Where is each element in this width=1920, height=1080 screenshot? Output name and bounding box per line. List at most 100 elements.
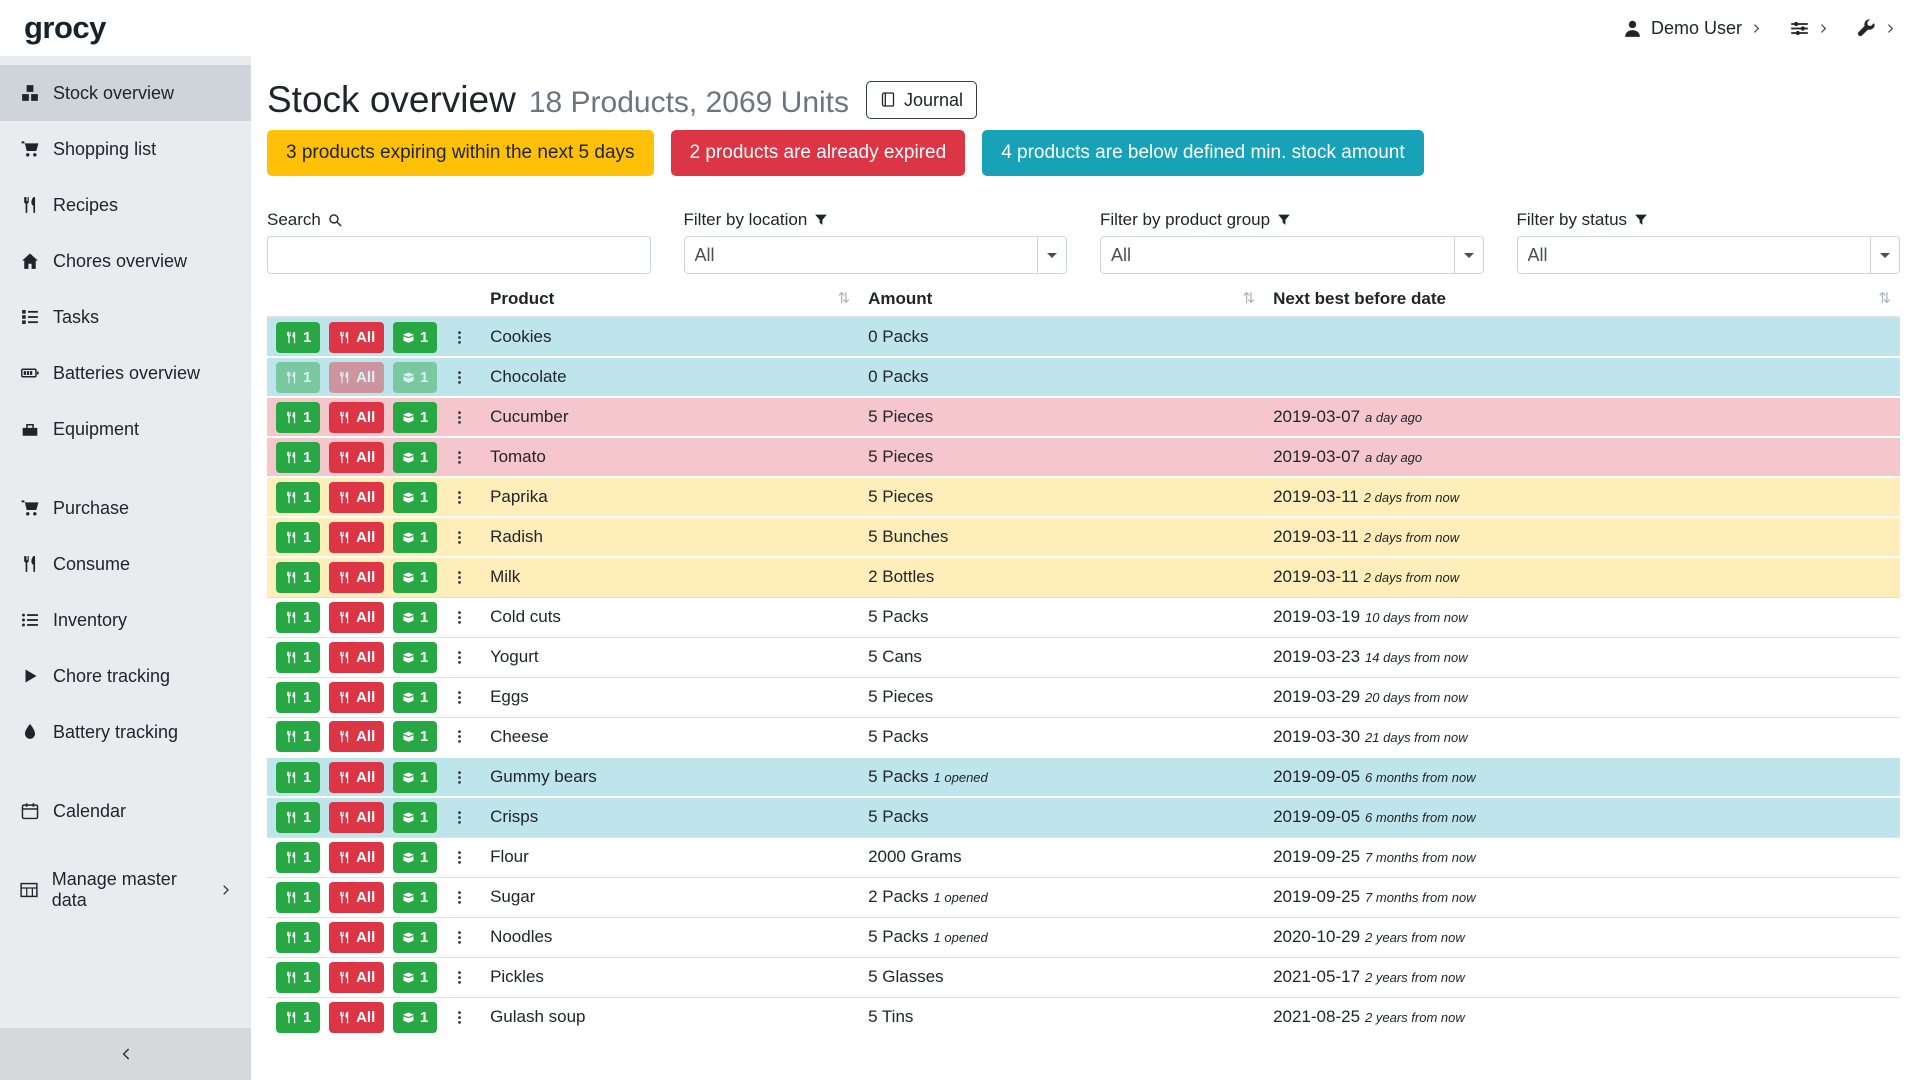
sidebar-item-batteries-overview[interactable]: Batteries overview [0,345,251,401]
open-one-button[interactable]: 1 [393,1002,437,1033]
journal-button[interactable]: Journal [866,81,977,119]
sidebar-item-chores-overview[interactable]: Chores overview [0,233,251,289]
filter-by-status-select[interactable]: All [1517,236,1901,274]
open-one-button[interactable]: 1 [393,522,437,553]
filter-by-product-group-select[interactable]: All [1100,236,1484,274]
consume-one-button[interactable]: 1 [276,721,320,752]
consume-one-button[interactable]: 1 [276,842,320,873]
consume-all-button[interactable]: All [329,482,384,513]
sidebar-item-battery-tracking[interactable]: Battery tracking [0,704,251,760]
row-menu-button[interactable] [447,526,472,549]
consume-one-button[interactable]: 1 [276,642,320,673]
row-menu-button[interactable] [447,566,472,589]
consume-one-button[interactable]: 1 [276,962,320,993]
consume-all-button[interactable]: All [329,882,384,913]
sidebar-item-shopping-list[interactable]: Shopping list [0,121,251,177]
sidebar-item-equipment[interactable]: Equipment [0,401,251,457]
open-one-button[interactable]: 1 [393,842,437,873]
consume-one-button[interactable]: 1 [276,602,320,633]
row-menu-button[interactable] [447,926,472,949]
consume-one-button[interactable]: 1 [276,682,320,713]
consume-one-button[interactable]: 1 [276,522,320,553]
row-menu-button[interactable] [447,486,472,509]
row-menu-button[interactable] [447,725,472,748]
consume-all-button[interactable]: All [329,322,384,353]
consume-one-button[interactable]: 1 [276,482,320,513]
consume-all-button[interactable]: All [329,842,384,873]
open-one-button[interactable]: 1 [393,762,437,793]
row-menu-button[interactable] [447,406,472,429]
sidebar-item-tasks[interactable]: Tasks [0,289,251,345]
open-one-button[interactable]: 1 [393,721,437,752]
consume-all-button[interactable]: All [329,562,384,593]
open-one-button[interactable]: 1 [393,922,437,953]
row-menu-button[interactable] [447,446,472,469]
consume-one-button[interactable]: 1 [276,762,320,793]
consume-one-button[interactable]: 1 [276,882,320,913]
sidebar-item-chore-tracking[interactable]: Chore tracking [0,648,251,704]
consume-one-button[interactable]: 1 [276,442,320,473]
row-menu-button[interactable] [447,686,472,709]
consume-all-button[interactable]: All [329,802,384,833]
consume-all-button[interactable]: All [329,721,384,752]
row-menu-button[interactable] [447,606,472,629]
open-one-button[interactable]: 1 [393,682,437,713]
open-one-button[interactable]: 1 [393,362,437,393]
consume-all-button[interactable]: All [329,962,384,993]
consume-all-button[interactable]: All [329,442,384,473]
column-product[interactable]: Product ⇅ [481,284,859,317]
consume-all-button[interactable]: All [329,522,384,553]
column-next-best-before-date[interactable]: Next best before date ⇅ [1264,284,1900,317]
open-one-button[interactable]: 1 [393,322,437,353]
sidebar-item-consume[interactable]: Consume [0,536,251,592]
row-menu-button[interactable] [447,806,472,829]
row-menu-button[interactable] [447,766,472,789]
user-menu[interactable]: Demo User [1623,18,1762,39]
row-menu-button[interactable] [447,966,472,989]
consume-all-button[interactable]: All [329,362,384,393]
open-one-button[interactable]: 1 [393,882,437,913]
consume-one-button[interactable]: 1 [276,802,320,833]
sidebar-item-stock-overview[interactable]: Stock overview [0,65,251,121]
consume-all-button[interactable]: All [329,602,384,633]
sidebar-item-recipes[interactable]: Recipes [0,177,251,233]
consume-one-button[interactable]: 1 [276,322,320,353]
open-one-button[interactable]: 1 [393,802,437,833]
sidebar-collapse-button[interactable] [0,1028,251,1080]
sidebar-item-purchase[interactable]: Purchase [0,480,251,536]
status-pill-0[interactable]: 3 products expiring within the next 5 da… [267,130,654,176]
consume-all-button[interactable]: All [329,642,384,673]
consume-all-button[interactable]: All [329,402,384,433]
sidebar-item-manage-master-data[interactable]: Manage master data [0,862,251,918]
consume-all-button[interactable]: All [329,762,384,793]
open-one-button[interactable]: 1 [393,442,437,473]
row-menu-button[interactable] [447,326,472,349]
column-amount[interactable]: Amount ⇅ [859,284,1264,317]
open-one-button[interactable]: 1 [393,602,437,633]
row-menu-button[interactable] [447,646,472,669]
search-input[interactable] [267,236,651,274]
consume-one-button[interactable]: 1 [276,922,320,953]
consume-all-button[interactable]: All [329,682,384,713]
consume-one-button[interactable]: 1 [276,1002,320,1033]
sidebar-item-inventory[interactable]: Inventory [0,592,251,648]
row-menu-button[interactable] [447,366,472,389]
sidebar-item-calendar[interactable]: Calendar [0,783,251,839]
row-menu-button[interactable] [447,886,472,909]
open-one-button[interactable]: 1 [393,482,437,513]
consume-one-button[interactable]: 1 [276,402,320,433]
consume-all-button[interactable]: All [329,922,384,953]
status-pill-1[interactable]: 2 products are already expired [671,130,966,176]
open-one-button[interactable]: 1 [393,402,437,433]
open-one-button[interactable]: 1 [393,642,437,673]
row-menu-button[interactable] [447,846,472,869]
open-one-button[interactable]: 1 [393,962,437,993]
consume-all-button[interactable]: All [329,1002,384,1033]
admin-menu[interactable] [1857,19,1896,38]
consume-one-button[interactable]: 1 [276,562,320,593]
row-menu-button[interactable] [447,1006,472,1029]
consume-one-button[interactable]: 1 [276,362,320,393]
filter-by-location-select[interactable]: All [684,236,1068,274]
open-one-button[interactable]: 1 [393,562,437,593]
settings-menu[interactable] [1790,19,1829,38]
